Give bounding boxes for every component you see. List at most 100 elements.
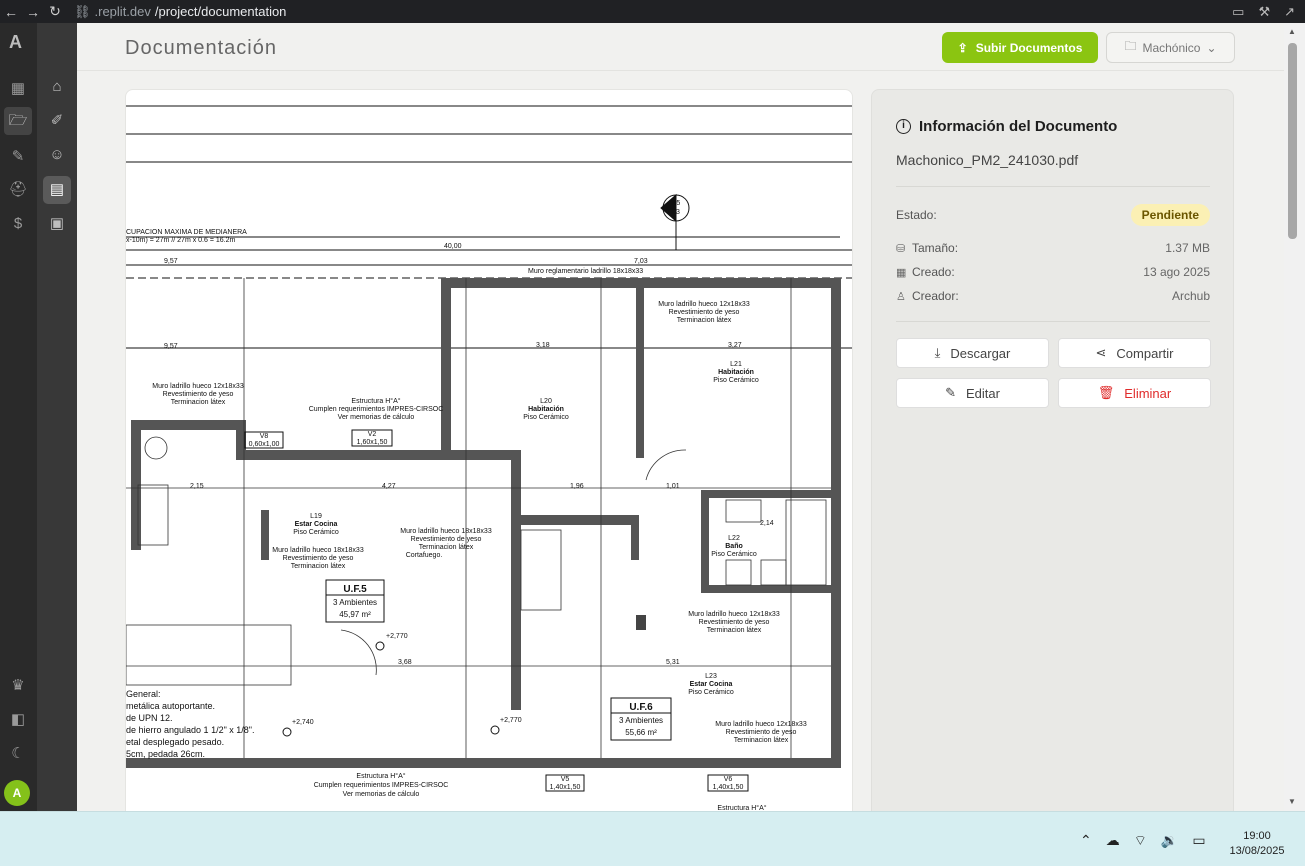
building-icon[interactable]: ▦: [8, 79, 28, 99]
delete-label: Eliminar: [1124, 385, 1172, 401]
notes-icon[interactable]: ✐: [43, 107, 71, 135]
note-latex: Terminacion látex: [677, 317, 732, 324]
main-content: Documentación ⇪ Subir Documentos 🗀 Machó…: [77, 23, 1284, 811]
tools-icon[interactable]: ⚒: [1258, 4, 1270, 20]
cloud-icon[interactable]: ☁: [1106, 832, 1120, 850]
helmet-icon[interactable]: ⛑: [8, 180, 28, 200]
external-link-icon[interactable]: ↗: [1284, 4, 1295, 20]
note-latex: Terminacion látex: [734, 737, 789, 744]
chevron-up-icon[interactable]: ⌃: [1080, 832, 1092, 850]
file-name: Machonico_PM2_241030.pdf: [896, 152, 1079, 168]
unit-area: 45,97 m²: [339, 610, 371, 619]
status-badge: Pendiente: [1130, 204, 1210, 226]
note-wall-12: Muro ladrillo hueco 12x18x33: [658, 301, 750, 308]
unit-name: U.F.5: [343, 584, 367, 595]
dim-label: 5,31: [666, 659, 680, 666]
room-floor: Piso Cerámico: [711, 551, 757, 558]
crown-icon[interactable]: ♛: [8, 676, 28, 696]
share-button[interactable]: ⋖ Compartir: [1058, 338, 1211, 368]
folder-icon: 🗀: [1124, 39, 1137, 53]
moon-icon[interactable]: ☾: [8, 744, 28, 764]
note-plaster: Revestimiento de yeso: [163, 391, 234, 398]
upload-documents-button[interactable]: ⇪ Subir Documentos: [942, 32, 1098, 63]
edit-button[interactable]: ✎ Editar: [896, 378, 1049, 408]
divider: [896, 186, 1210, 187]
chevron-down-icon: ⌄: [1206, 40, 1217, 55]
note-latex: Terminacion látex: [707, 627, 762, 634]
url-path: /project/documentation: [154, 4, 287, 19]
clock-time: 19:00: [1243, 830, 1271, 842]
note-latex: Terminacion látex: [419, 544, 474, 551]
created-value: 13 ago 2025: [1143, 265, 1210, 279]
created-row: ▦ Creado: 13 ago 2025: [896, 265, 1210, 279]
note-wall-18: Muro ladrillo hueco 18x18x33: [400, 528, 492, 535]
scroll-up-icon[interactable]: ▲: [1288, 27, 1296, 36]
forward-icon[interactable]: →: [22, 4, 44, 20]
gallery-icon[interactable]: ▣: [43, 210, 71, 238]
note-structure: Estructura H°A°: [351, 397, 400, 405]
brush-icon[interactable]: ✎: [8, 147, 28, 167]
wifi-icon[interactable]: ⌔: [1134, 832, 1147, 850]
folder-open-icon[interactable]: 🗁: [4, 107, 32, 135]
scroll-down-icon[interactable]: ▼: [1288, 797, 1296, 806]
note-structure: Estructura H°A°: [717, 804, 766, 811]
page-scrollbar[interactable]: ▲ ▼: [1284, 23, 1305, 811]
dim-label: 3,68: [398, 659, 412, 666]
note-calc: Ver memorias de cálculo: [343, 791, 420, 798]
project-select[interactable]: 🗀 Machónico ⌄: [1106, 32, 1235, 63]
document-viewer[interactable]: A5 03 CUPACION MAXIMA DE MEDIANERA x-10m…: [125, 89, 853, 811]
delete-button[interactable]: 🗑 Eliminar: [1058, 378, 1211, 408]
created-label: Creado:: [912, 265, 955, 279]
note-wall-12: Muro ladrillo hueco 12x18x33: [715, 721, 807, 728]
occupancy-formula: x-10m) = 27m // 27m x 0.6 = 16.2m: [126, 237, 235, 244]
creator-label: Creador:: [912, 289, 959, 303]
download-label: Descargar: [950, 345, 1011, 361]
info-title: i Información del Documento: [896, 118, 1117, 135]
general-note: de hierro angulado 1 1/2" x 1/8".: [126, 725, 254, 735]
sidebar-toggle-icon[interactable]: ◧: [8, 710, 28, 730]
os-taskbar: ⌃ ☁ ⌔ 🔉 ▭ 19:00 13/08/2025: [0, 811, 1305, 866]
room-code: L21: [730, 361, 742, 368]
general-note: General:: [126, 689, 161, 699]
section-ref-bottom: 03: [672, 209, 680, 216]
note-plaster: Revestimiento de yeso: [699, 619, 770, 626]
edit-label: Editar: [965, 385, 1000, 401]
clock[interactable]: 19:00 13/08/2025: [1222, 829, 1292, 859]
battery-icon[interactable]: ▭: [1192, 832, 1205, 850]
app-logo[interactable]: A: [9, 32, 22, 53]
avatar[interactable]: A: [4, 780, 30, 806]
room-code: L22: [728, 535, 740, 542]
calendar-icon: ▦: [896, 266, 907, 279]
dim-label: 3,27: [728, 342, 742, 349]
scrollbar-thumb[interactable]: [1288, 43, 1297, 239]
address-bar[interactable]: ⛓ .replit.dev/project/documentation: [74, 4, 286, 20]
dim-label: 2,14: [760, 520, 774, 527]
room-floor: Piso Cerámico: [293, 529, 339, 536]
status-row: Estado: Pendiente: [896, 204, 1210, 226]
window-code: V2: [368, 431, 377, 438]
dim-total: 40,00: [444, 243, 462, 250]
note-structure-req: Cumplen requerimientos IMPRES-CIRSOC: [314, 782, 449, 789]
window-size: 0,60x1,00: [249, 441, 280, 448]
window-code: V5: [561, 776, 570, 783]
size-label: Tamaño:: [912, 241, 959, 255]
note-wall-18: Muro ladrillo hueco 18x18x33: [272, 547, 364, 554]
dim-label: 2,15: [190, 483, 204, 490]
level-mark: +2,770: [386, 633, 408, 640]
floor-plan: A5 03 CUPACION MAXIMA DE MEDIANERA x-10m…: [126, 105, 852, 811]
reload-icon[interactable]: ↻: [44, 3, 66, 20]
devices-icon[interactable]: ▭: [1232, 4, 1244, 20]
home-icon[interactable]: ⌂: [43, 73, 71, 101]
unit-area: 55,66 m²: [625, 728, 657, 737]
note-plaster: Revestimiento de yeso: [411, 536, 482, 543]
dollar-icon[interactable]: $: [8, 214, 28, 234]
speaker-icon[interactable]: 🔉: [1161, 832, 1178, 850]
note-firewall: Cortafuego.: [406, 552, 443, 559]
room-name: Habitación: [528, 406, 564, 413]
note-calc: Ver memorias de cálculo: [338, 414, 415, 421]
general-note: etal desplegado pesado.: [126, 737, 224, 747]
download-button[interactable]: ⤓ Descargar: [896, 338, 1049, 368]
users-icon[interactable]: ☺: [43, 141, 71, 169]
document-icon[interactable]: ▤: [43, 176, 71, 204]
back-icon[interactable]: ←: [0, 4, 22, 20]
